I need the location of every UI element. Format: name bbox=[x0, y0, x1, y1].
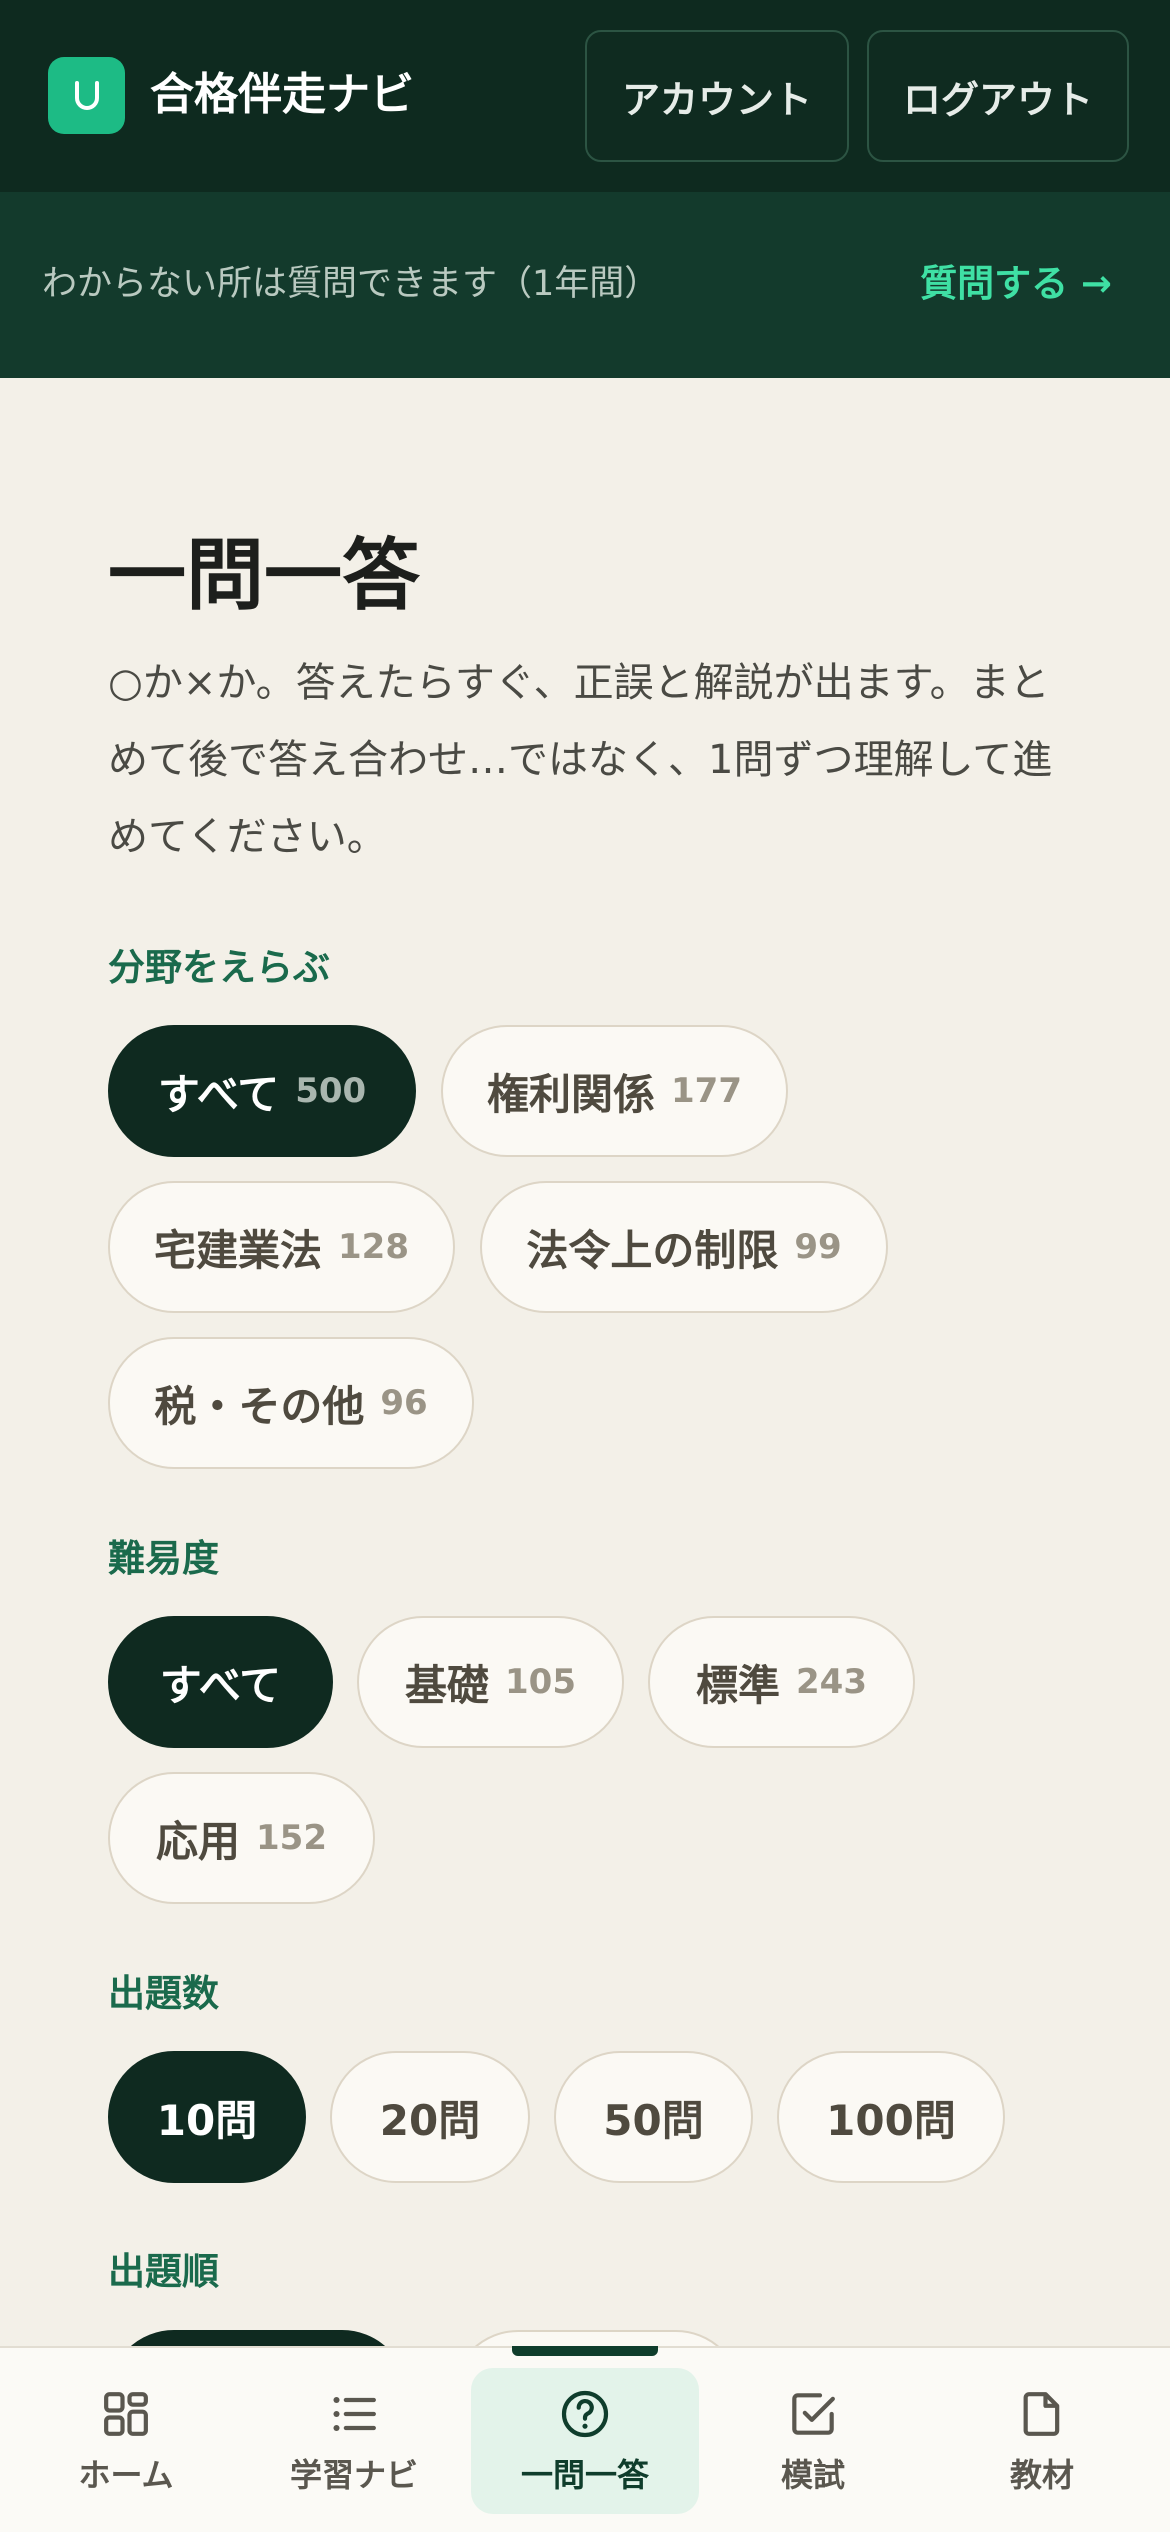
order-section-label: 出題順 bbox=[108, 2250, 219, 2293]
brand-name: 合格伴走ナビ bbox=[150, 69, 414, 120]
chip-count: 128 bbox=[338, 1227, 409, 1267]
banner-text: わからない所は質問できます（1年間） bbox=[42, 264, 660, 304]
chip-count: 105 bbox=[505, 1662, 576, 1702]
u-logo-glyph bbox=[74, 80, 99, 110]
nav-label: ホーム bbox=[78, 2456, 174, 2494]
field-section-label: 分野をえらぶ bbox=[108, 946, 330, 989]
bottom-nav: ホーム 学習ナビ 一問一答 模試 教材 bbox=[0, 2346, 1170, 2532]
list-icon bbox=[333, 2396, 376, 2432]
chip-label: 法令上の制限 bbox=[526, 1225, 779, 1275]
top-bar: 合格伴走ナビ アカウント ログアウト bbox=[0, 0, 1170, 192]
chip-label: 権利関係 bbox=[487, 1069, 656, 1119]
chip-label: 20問 bbox=[379, 2095, 481, 2145]
grid-icon bbox=[104, 2392, 148, 2436]
nav-item-materials[interactable]: 教材 bbox=[928, 2368, 1156, 2514]
question-count-section-label: 出題数 bbox=[108, 1972, 219, 2015]
page: 合格伴走ナビ アカウント ログアウト わからない所は質問できます（1年間） 質問… bbox=[0, 0, 1170, 2532]
field-chip-rights[interactable]: 権利関係 177 bbox=[441, 1025, 788, 1157]
chip-label: すべて bbox=[157, 1069, 280, 1119]
count-chip-10[interactable]: 10問 bbox=[108, 2051, 306, 2183]
chip-label: 50問 bbox=[603, 2095, 704, 2145]
chip-label: 税・その他 bbox=[154, 1381, 365, 1431]
chip-count: 152 bbox=[256, 1818, 327, 1858]
chip-count: 500 bbox=[295, 1071, 367, 1111]
document-icon bbox=[1023, 2392, 1060, 2436]
chip-label: すべて bbox=[159, 1660, 282, 1710]
chip-label: 基礎 bbox=[405, 1660, 490, 1710]
difficulty-chip-advanced[interactable]: 応用 152 bbox=[108, 1772, 375, 1904]
field-chip-tax-other[interactable]: 税・その他 96 bbox=[108, 1337, 474, 1469]
check-square-icon bbox=[792, 2393, 835, 2435]
chip-label: 応用 bbox=[156, 1816, 241, 1866]
question-banner: わからない所は質問できます（1年間） 質問する → bbox=[0, 192, 1170, 378]
chip-label: 100問 bbox=[826, 2095, 956, 2145]
page-title: 一問一答 bbox=[108, 531, 421, 621]
chip-count: 96 bbox=[380, 1383, 428, 1423]
ask-question-link[interactable]: 質問する → bbox=[920, 256, 1112, 312]
chip-count: 243 bbox=[796, 1662, 867, 1702]
active-tab-indicator bbox=[512, 2346, 658, 2356]
logout-button[interactable]: ログアウト bbox=[867, 30, 1129, 162]
chip-count: 99 bbox=[794, 1227, 842, 1267]
nav-label: 模試 bbox=[780, 2456, 845, 2494]
chip-label: 10問 bbox=[156, 2095, 258, 2145]
difficulty-chip-all[interactable]: すべて bbox=[108, 1616, 333, 1748]
nav-item-quiz[interactable]: 一問一答 bbox=[471, 2368, 699, 2514]
field-chip-all[interactable]: すべて 500 bbox=[108, 1025, 416, 1157]
difficulty-chip-basic[interactable]: 基礎 105 bbox=[357, 1616, 624, 1748]
question-circle-icon bbox=[561, 2390, 609, 2438]
count-chip-100[interactable]: 100問 bbox=[777, 2051, 1005, 2183]
account-button[interactable]: アカウント bbox=[585, 30, 849, 162]
chip-label: 宅建業法 bbox=[154, 1225, 323, 1275]
nav-item-home[interactable]: ホーム bbox=[12, 2368, 240, 2514]
chip-label: 標準 bbox=[696, 1660, 781, 1710]
u-logo-icon[interactable] bbox=[48, 57, 125, 134]
nav-item-mock-exam[interactable]: 模試 bbox=[699, 2368, 927, 2514]
difficulty-chip-standard[interactable]: 標準 243 bbox=[648, 1616, 915, 1748]
count-chip-50[interactable]: 50問 bbox=[554, 2051, 753, 2183]
field-chip-regulations[interactable]: 法令上の制限 99 bbox=[480, 1181, 888, 1313]
nav-label: 一問一答 bbox=[520, 2456, 649, 2494]
page-description: ○か×か。答えたらすぐ、正誤と解説が出ます。まとめて後で答え合わせ…ではなく、1… bbox=[108, 660, 1053, 860]
nav-label: 学習ナビ bbox=[289, 2456, 418, 2494]
difficulty-section-label: 難易度 bbox=[108, 1537, 219, 1580]
nav-label: 教材 bbox=[1009, 2456, 1074, 2494]
count-chip-20[interactable]: 20問 bbox=[330, 2051, 530, 2183]
chip-count: 177 bbox=[671, 1071, 742, 1111]
nav-item-study-navi[interactable]: 学習ナビ bbox=[240, 2368, 468, 2514]
field-chip-business-law[interactable]: 宅建業法 128 bbox=[108, 1181, 455, 1313]
